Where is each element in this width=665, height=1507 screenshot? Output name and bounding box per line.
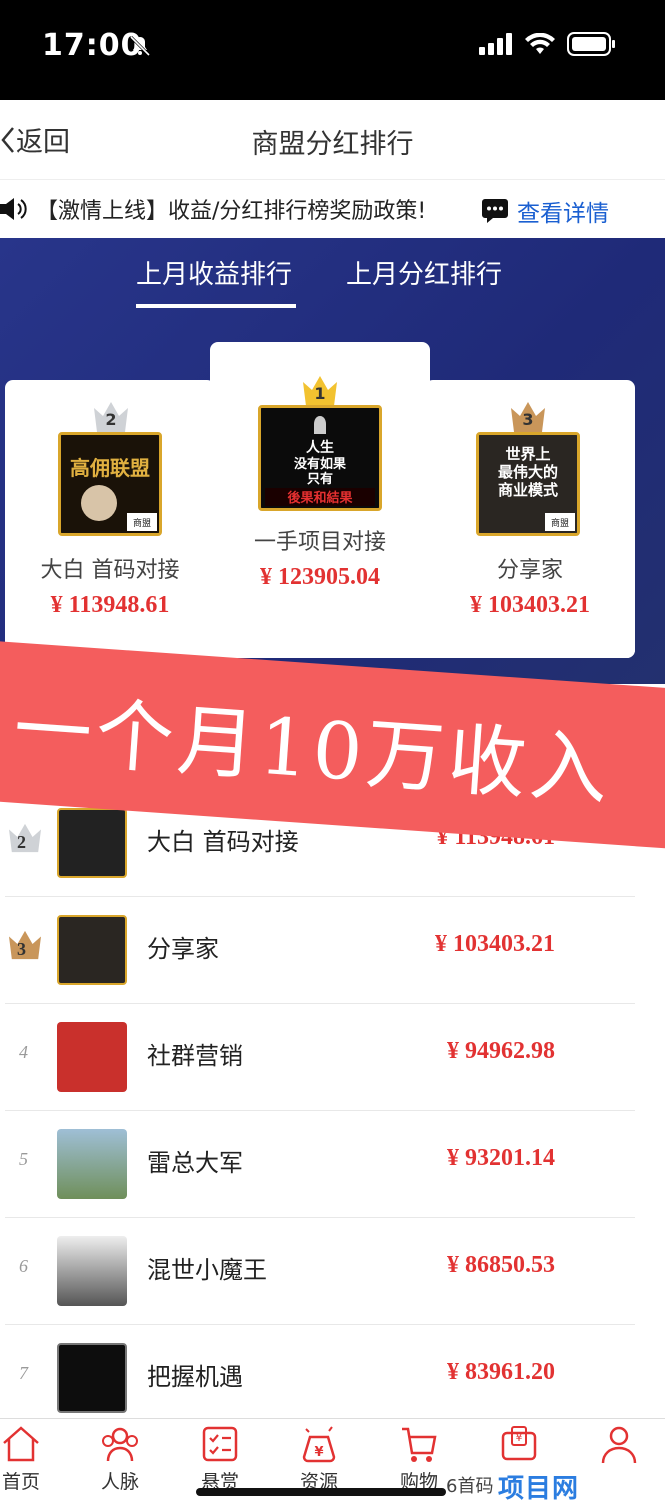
watermark-brand: 项目网 (498, 1474, 580, 1504)
list-name: 混世小魔王 (147, 1256, 267, 1284)
watermark-prefix: 6首码 (446, 1476, 494, 1497)
avatar-text: 後果和結果 (287, 490, 352, 506)
podium-first-rank: 1 (314, 384, 326, 403)
list-name: 分享家 (147, 935, 219, 963)
page-title: 商盟分红排行 (251, 129, 414, 160)
list-rank: 2 (17, 832, 26, 852)
list-name: 大白 首码对接 (147, 828, 299, 856)
avatar-badge: 商盟 (551, 517, 569, 529)
svg-text:¥: ¥ (314, 1445, 323, 1460)
tab-label: 首页 (1, 1471, 40, 1493)
podium-third-rank: 3 (522, 410, 534, 429)
tab-monthly-income[interactable]: 上月收益排行 (136, 254, 292, 291)
wifi-icon (525, 33, 555, 54)
status-icons (479, 32, 615, 56)
podium-third-avatar: 世界上 最伟大的 商业模式 商盟 (476, 432, 580, 536)
list-rank: 7 (19, 1363, 28, 1383)
tab-profile[interactable] (574, 1423, 664, 1465)
notice-bar[interactable]: 【激情上线】收益/分红排行榜奖励政策! 查看详情 (0, 180, 665, 238)
avatar (57, 1236, 127, 1306)
chat-bubble-icon (482, 199, 508, 223)
list-amount: ¥ 93201.14 (447, 1145, 555, 1171)
tab-wallet[interactable]: ¥ (474, 1423, 564, 1465)
battery-icon (567, 32, 615, 56)
tab-contacts[interactable]: 人脉 (75, 1423, 165, 1494)
list-amount: ¥ 86850.53 (447, 1252, 555, 1278)
list-rank: 6 (19, 1256, 28, 1276)
avatar-text: 没有如果 (294, 456, 346, 472)
tab-resources[interactable]: ¥ 资源 (274, 1423, 364, 1494)
tab-tasks[interactable]: 悬赏 (175, 1423, 265, 1494)
tab-label: 人脉 (100, 1471, 139, 1493)
avatar-text: 最伟大的 (498, 463, 558, 481)
list-amount: ¥ 94962.98 (447, 1038, 555, 1064)
contacts-icon (102, 1427, 138, 1462)
list-name: 雷总大军 (147, 1149, 243, 1177)
list-item[interactable]: 6 混世小魔王 ¥ 86850.53 (5, 1218, 635, 1325)
notice-text: 【激情上线】收益/分红排行榜奖励政策! (36, 199, 427, 224)
active-tab-indicator (136, 304, 296, 308)
list-item[interactable]: 7 把握机遇 ¥ 83961.20 (5, 1325, 635, 1432)
avatar-badge: 商盟 (133, 517, 151, 529)
svg-text:¥: ¥ (516, 1431, 523, 1444)
list-item[interactable]: 3 分享家 ¥ 103403.21 (5, 897, 635, 1004)
home-icon (3, 1426, 39, 1462)
podium-second-avatar: 高佣联盟 商盟 (58, 432, 162, 536)
profile-icon (601, 1426, 637, 1464)
list-item[interactable]: 5 雷总大军 ¥ 93201.14 (5, 1111, 635, 1218)
list-name: 社群营销 (147, 1042, 243, 1070)
avatar (57, 1129, 127, 1199)
list-name: 把握机遇 (147, 1363, 243, 1391)
nav-bar: 返回 商盟分红排行 (0, 100, 665, 180)
avatar (57, 1022, 127, 1092)
ranking-banner: 上月收益排行 上月分红排行 1 人生 没有如果 只有 後果和結果 一手项目对接 … (0, 238, 665, 684)
podium-first-amount: ¥ 123905.04 (260, 564, 380, 590)
podium-third-name: 分享家 (496, 558, 563, 583)
avatar (57, 1343, 127, 1413)
shopping-icon (402, 1427, 437, 1462)
list-rank: 5 (19, 1149, 28, 1169)
home-indicator (196, 1488, 446, 1496)
avatar-image: 高佣联盟 商盟 (61, 435, 159, 533)
wallet-icon: ¥ (501, 1426, 537, 1461)
speaker-icon (0, 198, 27, 220)
tab-monthly-dividend[interactable]: 上月分红排行 (346, 254, 502, 291)
avatar-text: 高佣联盟 (70, 456, 150, 480)
avatar (57, 808, 127, 878)
page: 17:00 返回 商盟分红排行 【激情上线】收益/分红排行榜奖励政策! 查看详情… (0, 0, 665, 1507)
avatar-image: 世界上 最伟大的 商业模式 商盟 (479, 435, 577, 533)
bell-muted-icon (129, 35, 151, 57)
notice-link-label: 查看详情 (517, 201, 609, 227)
avatar-text: 只有 (307, 471, 333, 487)
list-rank: 3 (17, 939, 26, 959)
status-bar: 17:00 (0, 0, 665, 100)
avatar-image: 人生 没有如果 只有 後果和結果 (261, 408, 379, 508)
avatar (57, 915, 127, 985)
podium-second-name: 大白 首码对接 (40, 558, 180, 583)
list-amount: ¥ 83961.20 (447, 1359, 555, 1385)
podium-second-amount: ¥ 113948.61 (50, 592, 170, 618)
signal-icon (479, 33, 512, 55)
list-rank: 4 (19, 1042, 28, 1062)
notice-details-link[interactable]: 查看详情 (481, 194, 609, 228)
podium-first-avatar: 人生 没有如果 只有 後果和結果 (258, 405, 382, 511)
avatar-text: 商业模式 (498, 481, 558, 499)
podium-first-name: 一手项目对接 (253, 530, 386, 555)
avatar-text: 人生 (306, 439, 334, 456)
podium-second-rank: 2 (105, 410, 117, 429)
tab-home[interactable]: 首页 (0, 1423, 66, 1494)
avatar-text: 世界上 (505, 445, 550, 463)
list-item[interactable]: 4 社群营销 ¥ 94962.98 (5, 1004, 635, 1111)
task-icon (202, 1426, 238, 1462)
resource-icon: ¥ (302, 1426, 336, 1463)
podium-third-amount: ¥ 103403.21 (470, 592, 590, 618)
list-amount: ¥ 103403.21 (435, 931, 555, 957)
